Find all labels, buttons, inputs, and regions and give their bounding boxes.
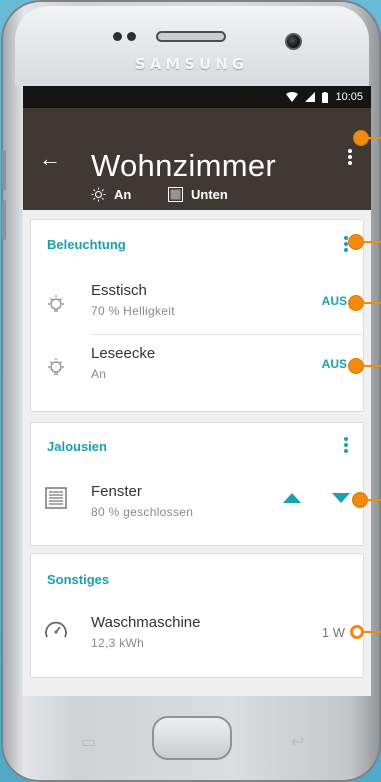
hint-line xyxy=(364,631,381,633)
brand-logo: SAMSUNG xyxy=(134,55,249,73)
section-card-blinds: Jalousien Fenster 80 % geschlossen xyxy=(30,422,364,546)
volume-button xyxy=(2,200,6,240)
sensor-dot xyxy=(113,32,122,41)
back-arrow-icon[interactable]: ← xyxy=(39,148,61,170)
front-camera xyxy=(285,33,302,50)
list-item[interactable]: Leseecke An AUS xyxy=(31,335,365,397)
section-menu-icon[interactable] xyxy=(343,236,349,254)
earpiece-speaker xyxy=(156,31,226,42)
blind-up-icon[interactable] xyxy=(283,493,301,503)
item-name: Esstisch xyxy=(91,282,147,299)
hint-marker xyxy=(350,625,364,639)
sensor-dot xyxy=(127,32,136,41)
screen: 10:05 ← Wohnzimmer Beleuchtung Esstisch … xyxy=(23,86,371,696)
hint-marker xyxy=(354,131,368,145)
item-name: Fenster xyxy=(91,483,142,500)
light-status-label: An xyxy=(114,187,132,202)
hint-line xyxy=(367,137,381,139)
item-detail: 12,3 kWh xyxy=(91,636,145,650)
power-value: 1 W xyxy=(321,625,345,640)
wifi-icon xyxy=(286,92,299,102)
phone-top-bezel xyxy=(15,6,369,86)
recent-apps-key-icon[interactable]: ▭ xyxy=(81,732,96,752)
light-status: An xyxy=(91,187,131,202)
section-title: Sonstiges xyxy=(47,572,110,587)
hint-line xyxy=(362,365,381,367)
hint-marker xyxy=(349,296,363,310)
item-detail: 80 % geschlossen xyxy=(91,505,194,519)
item-name: Waschmaschine xyxy=(91,614,201,631)
hint-line xyxy=(366,499,381,501)
bulb-icon xyxy=(48,295,64,312)
list-item[interactable]: Waschmaschine 12,3 kWh 1 W xyxy=(31,604,365,666)
gauge-icon xyxy=(45,621,67,638)
item-detail: An xyxy=(91,367,107,381)
off-button[interactable]: AUS xyxy=(322,357,347,371)
clock: 10:05 xyxy=(335,91,363,103)
section-title: Jalousien xyxy=(47,439,107,454)
status-bar: 10:05 xyxy=(23,86,371,108)
overflow-menu-icon[interactable] xyxy=(347,149,353,167)
hint-line xyxy=(362,241,381,243)
volume-button xyxy=(2,150,6,190)
section-card-lighting: Beleuchtung Esstisch 70 % Helligkeit AUS xyxy=(30,219,364,412)
sun-icon xyxy=(91,187,106,202)
blind-down-icon[interactable] xyxy=(332,493,350,503)
blind-status: Unten xyxy=(168,187,228,202)
section-title: Beleuchtung xyxy=(47,237,126,252)
list-item[interactable]: Esstisch 70 % Helligkeit AUS xyxy=(31,272,365,334)
hint-line xyxy=(362,302,381,304)
hint-marker xyxy=(353,493,367,507)
hint-marker xyxy=(349,235,363,249)
item-detail: 70 % Helligkeit xyxy=(91,304,175,318)
signal-icon xyxy=(305,92,316,102)
blind-icon xyxy=(45,487,67,509)
page-title: Wohnzimmer xyxy=(91,148,277,183)
phone-frame: SAMSUNG 10:05 ← Wohnzimmer Beleuchtung E… xyxy=(1,0,381,782)
list-item[interactable]: Fenster 80 % geschlossen xyxy=(31,473,365,535)
back-key-icon[interactable]: ↩ xyxy=(291,732,304,752)
off-button[interactable]: AUS xyxy=(322,294,347,308)
item-name: Leseecke xyxy=(91,345,156,362)
bulb-icon xyxy=(48,358,64,375)
section-menu-icon[interactable] xyxy=(343,437,349,455)
hint-marker xyxy=(349,359,363,373)
blind-status-label: Unten xyxy=(191,187,228,202)
battery-icon xyxy=(322,91,329,103)
section-card-other: Sonstiges Waschmaschine 12,3 kWh 1 W xyxy=(30,553,364,678)
home-button[interactable] xyxy=(152,716,232,760)
blind-icon xyxy=(168,187,183,202)
